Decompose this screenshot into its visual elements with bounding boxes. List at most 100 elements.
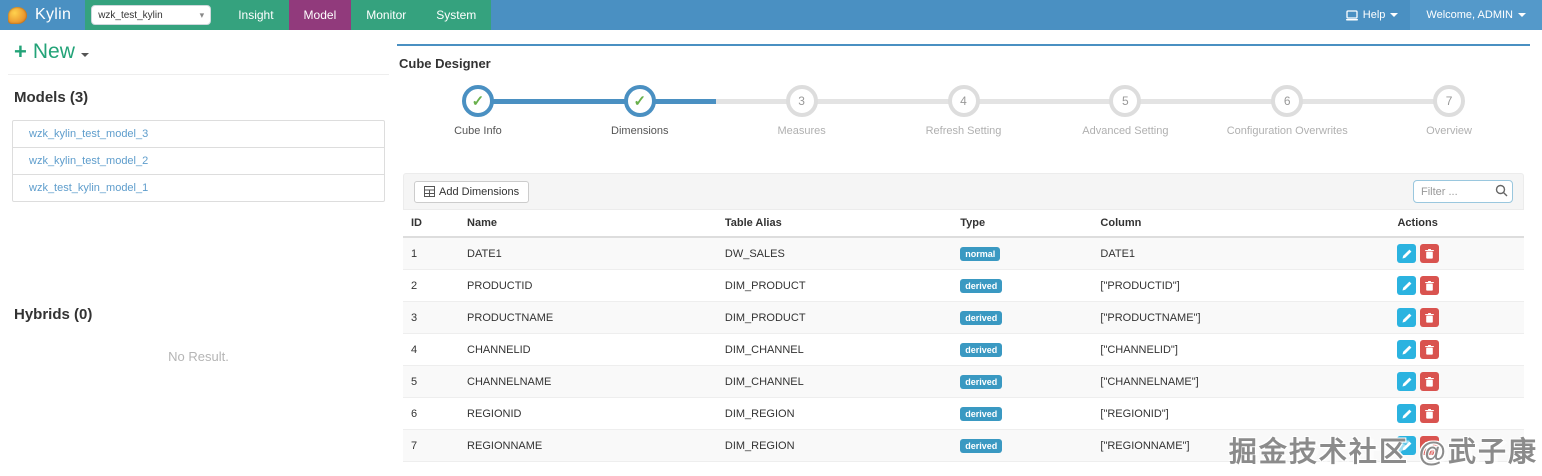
pencil-icon	[1402, 377, 1412, 386]
type-badge: derived	[960, 406, 1003, 421]
cell-name: REGIONID	[459, 397, 717, 430]
delete-button[interactable]	[1420, 276, 1440, 295]
wizard-step[interactable]: ✓ Dimensions	[559, 85, 721, 137]
pencil-icon	[1402, 441, 1412, 450]
nav-menu-item[interactable]: System	[421, 0, 491, 30]
brand[interactable]: Kylin	[0, 0, 86, 30]
nav-menu-item[interactable]: Model	[288, 0, 352, 30]
table-row: 6 REGIONID DIM_REGION derived ["REGIONID…	[403, 397, 1524, 430]
cell-actions	[1389, 397, 1524, 430]
delete-button[interactable]	[1420, 404, 1440, 423]
cell-column: ["PRODUCTNAME"]	[1092, 301, 1390, 334]
welcome-label: Welcome, ADMIN	[1426, 9, 1513, 21]
cell-id: 2	[403, 269, 460, 302]
grid-icon	[424, 186, 435, 197]
trash-icon	[1425, 344, 1435, 355]
pencil-icon	[1402, 409, 1412, 418]
edit-button[interactable]	[1397, 276, 1417, 295]
pencil-icon	[1402, 345, 1412, 354]
trash-icon	[1425, 280, 1435, 291]
new-button[interactable]: + New	[14, 40, 385, 64]
cell-type: derived	[952, 301, 1093, 334]
model-list-item[interactable]: wzk_kylin_test_model_3	[13, 121, 384, 148]
search-icon	[1495, 184, 1508, 202]
nav-menu: Insight Model Monitor System	[223, 0, 491, 30]
header-name: Name	[459, 210, 717, 238]
project-select-value: wzk_test_kylin	[98, 9, 163, 21]
models-heading: Models (3)	[14, 89, 89, 106]
edit-button[interactable]	[1397, 244, 1417, 263]
add-dimensions-button[interactable]: Add Dimensions	[414, 180, 530, 203]
type-badge: derived	[960, 310, 1003, 325]
step-circle: ✓	[461, 85, 494, 117]
cell-name: PRODUCTID	[459, 269, 717, 302]
type-badge: normal	[960, 246, 1001, 261]
cell-type: derived	[952, 397, 1093, 430]
delete-button[interactable]	[1420, 340, 1440, 359]
type-badge: derived	[960, 438, 1003, 453]
add-dimensions-label: Add Dimensions	[439, 185, 520, 198]
cell-id: 6	[403, 397, 460, 430]
model-list-item[interactable]: wzk_kylin_test_model_2	[13, 148, 384, 175]
step-label: Configuration Overwrites	[1226, 125, 1348, 137]
help-icon	[1345, 9, 1358, 21]
cell-id: 1	[403, 237, 460, 270]
step-circle: 3	[785, 85, 818, 117]
nav-menu-item[interactable]: Monitor	[351, 0, 421, 30]
chevron-down-icon	[1518, 13, 1526, 17]
nav-menu-section: wzk_test_kylin ▾ Insight Model Monitor S…	[85, 0, 492, 30]
cell-name: REGIONNAME	[459, 429, 717, 462]
wizard-step[interactable]: ✓ Cube Info	[397, 85, 559, 137]
edit-button[interactable]	[1397, 372, 1417, 391]
table-row: 4 CHANNELID DIM_CHANNEL derived ["CHANNE…	[403, 333, 1524, 366]
wizard-step[interactable]: 3 Measures	[721, 85, 883, 137]
cell-actions	[1389, 333, 1524, 366]
step-label: Cube Info	[454, 125, 502, 137]
cell-actions	[1389, 301, 1524, 334]
trash-icon	[1425, 408, 1435, 419]
table-header-row: ID Name Table Alias Type Column Actions	[403, 210, 1524, 238]
cell-type: derived	[952, 429, 1093, 462]
hybrids-heading: Hybrids (0)	[14, 306, 93, 323]
chevron-down-icon: ▾	[199, 9, 205, 20]
delete-button[interactable]	[1420, 244, 1440, 263]
edit-button[interactable]	[1397, 404, 1417, 423]
plus-icon: +	[14, 39, 27, 64]
wizard-step[interactable]: 6 Configuration Overwrites	[1206, 85, 1368, 137]
kylin-app: Kylin wzk_test_kylin ▾ Insight Model Mon…	[0, 0, 1542, 476]
brand-name: Kylin	[35, 6, 72, 23]
wizard-step[interactable]: 4 Refresh Setting	[883, 85, 1045, 137]
delete-button[interactable]	[1420, 436, 1440, 455]
project-select[interactable]: wzk_test_kylin ▾	[91, 5, 212, 25]
wizard-step[interactable]: 5 Advanced Setting	[1044, 85, 1206, 137]
edit-button[interactable]	[1397, 436, 1417, 455]
pencil-icon	[1402, 249, 1412, 258]
edit-button[interactable]	[1397, 340, 1417, 359]
cell-name: CHANNELNAME	[459, 365, 717, 398]
user-menu[interactable]: Welcome, ADMIN	[1410, 0, 1542, 30]
trash-icon	[1425, 376, 1435, 387]
table-row: 5 CHANNELNAME DIM_CHANNEL derived ["CHAN…	[403, 365, 1524, 398]
model-list-item[interactable]: wzk_test_kylin_model_1	[13, 175, 384, 201]
nav-menu-item[interactable]: Insight	[223, 0, 288, 30]
delete-button[interactable]	[1420, 308, 1440, 327]
table-row: 2 PRODUCTID DIM_PRODUCT derived ["PRODUC…	[403, 269, 1524, 302]
edit-button[interactable]	[1397, 308, 1417, 327]
chevron-down-icon	[80, 53, 89, 57]
main-content: Cube Designer ✓ Cube Info ✓ Dimensions 3…	[397, 30, 1530, 476]
pencil-icon	[1402, 313, 1412, 322]
table-row: 7 REGIONNAME DIM_REGION derived ["REGION…	[403, 429, 1524, 462]
cell-id: 3	[403, 301, 460, 334]
nav-right-section: Help Welcome, ADMIN	[491, 0, 1542, 30]
cell-id: 7	[403, 429, 460, 462]
panel-top-border	[397, 44, 1530, 46]
table-row: 1 DATE1 DW_SALES normal DATE1	[403, 237, 1524, 270]
cell-type: derived	[952, 333, 1093, 366]
type-badge: derived	[960, 342, 1003, 357]
cell-name: DATE1	[459, 237, 717, 270]
wizard-step[interactable]: 7 Overview	[1368, 85, 1530, 137]
delete-button[interactable]	[1420, 372, 1440, 391]
wizard-steps: ✓ Cube Info ✓ Dimensions 3 Measures 4 Re…	[397, 85, 1530, 147]
help-menu[interactable]: Help	[1334, 0, 1411, 30]
cell-alias: DIM_REGION	[716, 397, 953, 430]
